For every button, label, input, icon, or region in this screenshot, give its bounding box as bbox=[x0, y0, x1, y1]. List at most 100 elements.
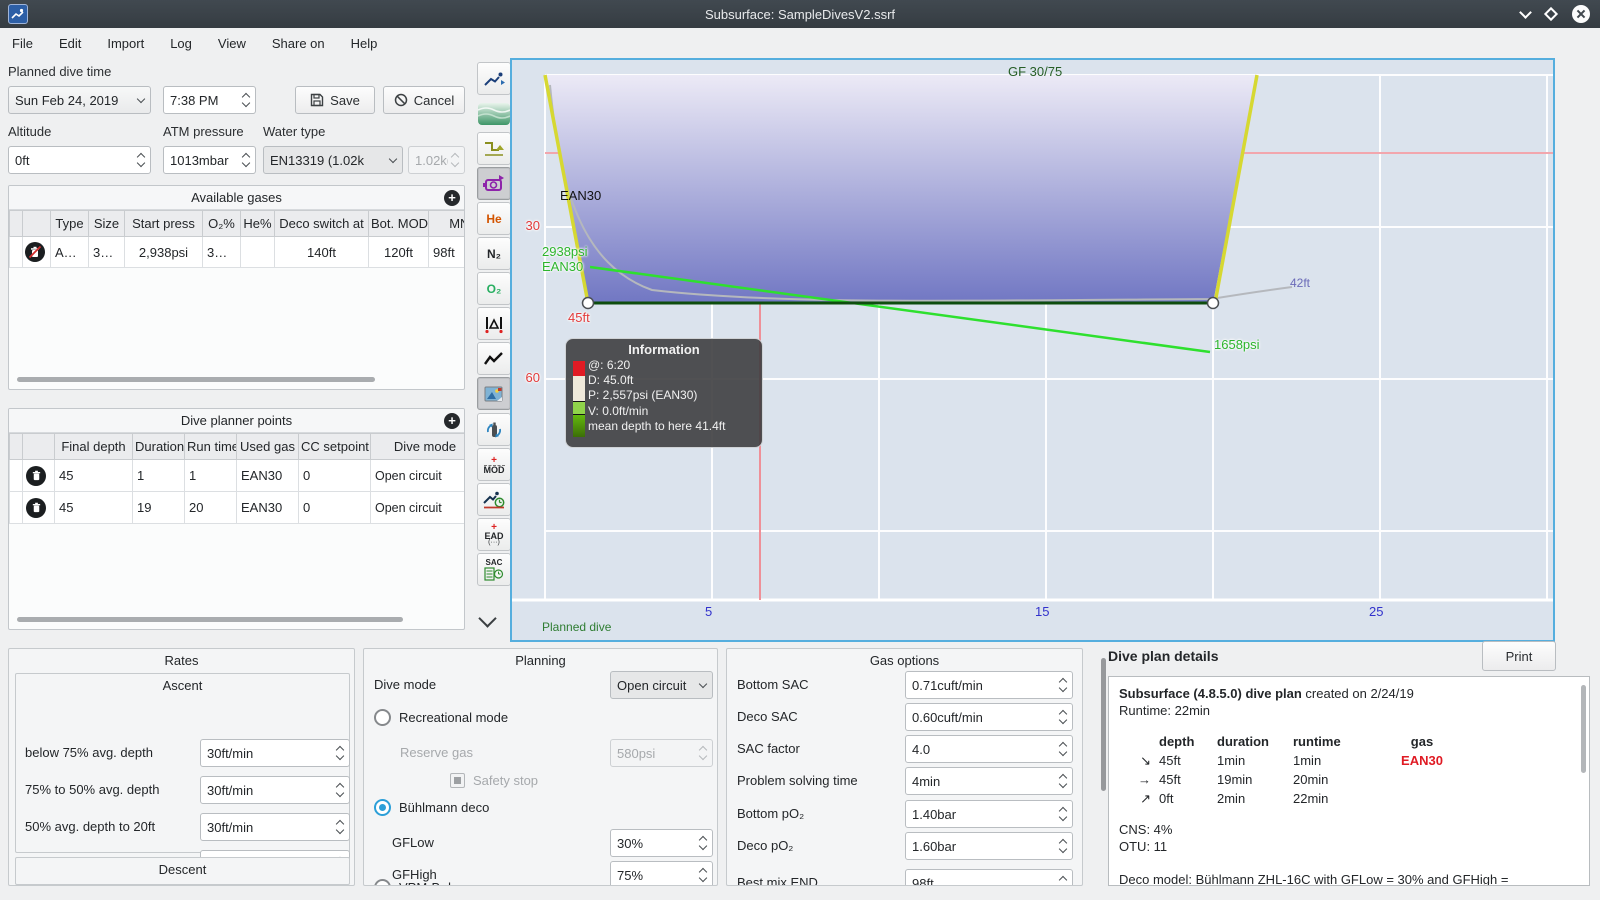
water-type-select[interactable]: EN13319 (1.02k bbox=[263, 146, 403, 174]
planned-dive-time-label: Planned dive time bbox=[8, 64, 112, 79]
col-run-time[interactable]: Run time bbox=[184, 433, 237, 460]
col-size[interactable]: Size bbox=[88, 210, 125, 237]
add-point-button[interactable]: + bbox=[444, 413, 460, 429]
gf-label: GF 30/75 bbox=[1008, 64, 1063, 79]
ead-icon[interactable]: + EAD (···) bbox=[477, 518, 511, 551]
add-gas-button[interactable]: + bbox=[444, 190, 460, 206]
time-tick-15: 15 bbox=[1035, 604, 1050, 619]
menu-help[interactable]: Help bbox=[351, 36, 378, 51]
deco-sac-spinner[interactable]: 0.60cuft/min bbox=[905, 703, 1073, 731]
problem-solving-time-spinner[interactable]: 4min bbox=[905, 767, 1073, 795]
sac-factor-spinner[interactable]: 4.0 bbox=[905, 735, 1073, 763]
maximize-icon[interactable] bbox=[1543, 6, 1559, 22]
minimize-icon[interactable] bbox=[1519, 5, 1532, 19]
deco-po2-spinner[interactable]: 1.60bar bbox=[905, 832, 1073, 860]
n2-partial-pressure-icon[interactable]: N₂ bbox=[477, 237, 511, 270]
cancel-button[interactable]: Cancel bbox=[383, 86, 465, 114]
water-type-label: Water type bbox=[263, 124, 326, 139]
dive-mode-icon[interactable] bbox=[477, 62, 511, 95]
menu-file[interactable]: File bbox=[12, 36, 33, 51]
col-duration[interactable]: Duration bbox=[132, 433, 185, 460]
mod-icon[interactable]: + MOD bbox=[477, 448, 511, 481]
recreational-mode-option[interactable]: Recreational mode bbox=[374, 709, 508, 726]
close-icon[interactable] bbox=[1572, 5, 1590, 23]
altitude-spinner[interactable]: 0ft bbox=[8, 146, 151, 174]
setpoint-icon[interactable] bbox=[477, 167, 511, 200]
col-cc-setpoint[interactable]: CC setpoint bbox=[298, 433, 371, 460]
print-button[interactable]: Print bbox=[1482, 641, 1556, 671]
delete-point-icon[interactable] bbox=[26, 497, 46, 518]
deco-po2-label: Deco pO₂ bbox=[737, 838, 794, 853]
delete-gas-icon-disabled[interactable] bbox=[25, 242, 45, 262]
radio-icon[interactable] bbox=[374, 879, 391, 885]
col-mnd[interactable]: MND bbox=[428, 210, 464, 237]
dive-profile-chart[interactable]: GF 30/75 EAN30 2938psi EAN30 45ft 1658ps… bbox=[510, 58, 1555, 642]
reserve-gas-label: Reserve gas bbox=[400, 745, 473, 760]
photos-icon[interactable] bbox=[477, 377, 511, 410]
ruler-icon[interactable] bbox=[477, 307, 511, 340]
menu-share-on[interactable]: Share on bbox=[272, 36, 325, 51]
heartrate-icon[interactable] bbox=[477, 342, 511, 375]
atm-pressure-spinner[interactable]: 1013mbar bbox=[163, 146, 256, 174]
spin-down-icon[interactable] bbox=[241, 98, 251, 108]
dive-mode-select[interactable]: Open circuit bbox=[610, 671, 713, 699]
col-used-gas[interactable]: Used gas bbox=[236, 433, 299, 460]
menu-view[interactable]: View bbox=[218, 36, 246, 51]
details-scrollbar[interactable] bbox=[1581, 685, 1586, 773]
salinity-spinner-disabled: 1.02k( bbox=[408, 146, 465, 174]
segment-arrow-icon: ↗ bbox=[1140, 791, 1151, 806]
col-start-press[interactable]: Start press bbox=[124, 210, 203, 237]
delete-point-icon[interactable] bbox=[26, 465, 46, 486]
bottom-sac-spinner[interactable]: 0.71cuft/min bbox=[905, 671, 1073, 699]
points-horizontal-scrollbar[interactable] bbox=[17, 617, 403, 622]
radio-selected-icon[interactable] bbox=[374, 799, 391, 816]
dive-time-spinner[interactable]: 7:38 PM bbox=[163, 86, 256, 114]
tooltip-mean-depth: mean depth to here 41.4ft bbox=[588, 418, 726, 433]
menu-log[interactable]: Log bbox=[170, 36, 192, 51]
gfhigh-spinner[interactable]: 75% bbox=[610, 861, 713, 885]
salinity-waves-icon[interactable] bbox=[477, 97, 511, 130]
gases-horizontal-scrollbar[interactable] bbox=[17, 377, 375, 382]
dc-reported-ceiling-icon[interactable] bbox=[477, 483, 511, 516]
atm-pressure-label: ATM pressure bbox=[163, 124, 244, 139]
col-bot-mod[interactable]: Bot. MOD bbox=[368, 210, 429, 237]
o2-partial-pressure-icon[interactable]: O₂ bbox=[477, 272, 511, 305]
ascent-title: Ascent bbox=[162, 678, 203, 693]
tooltip-color-bar bbox=[573, 361, 585, 437]
bottom-panel-scrollbar[interactable] bbox=[1101, 658, 1106, 791]
col-deco-switch[interactable]: Deco switch at bbox=[274, 210, 369, 237]
best-mix-end-spinner[interactable]: 98ft bbox=[905, 869, 1073, 885]
waypoint-handle bbox=[581, 296, 595, 310]
dive-plan-details-box[interactable]: Subsurface (4.8.5.0) dive plan created o… bbox=[1108, 676, 1590, 886]
plan-col-depth: depth bbox=[1159, 734, 1195, 749]
plan-runtime: Runtime: 22min bbox=[1119, 703, 1211, 718]
gas-change-icon[interactable] bbox=[477, 413, 511, 446]
gas-options-title: Gas options bbox=[869, 653, 940, 668]
planner-point-row: 45 19 20 EAN30 0 Open circuit bbox=[9, 491, 464, 524]
col-type[interactable]: Type bbox=[50, 210, 89, 237]
toolbar-scroll-down-icon[interactable] bbox=[478, 609, 497, 628]
menu-import[interactable]: Import bbox=[107, 36, 144, 51]
ceiling-icon[interactable] bbox=[477, 132, 511, 165]
ascent-rate-75-spinner[interactable]: 30ft/min bbox=[200, 739, 350, 767]
vpmb-deco-option[interactable]: VPM-B deco bbox=[374, 879, 472, 885]
radio-icon[interactable] bbox=[374, 709, 391, 726]
he-partial-pressure-icon[interactable]: He bbox=[477, 202, 511, 235]
save-button[interactable]: Save bbox=[295, 86, 375, 114]
col-dive-mode[interactable]: Dive mode bbox=[370, 433, 464, 460]
col-o2[interactable]: O₂% bbox=[202, 210, 241, 237]
safety-stop-option: Safety stop bbox=[450, 773, 538, 788]
bottom-depth-label: 45ft bbox=[568, 310, 590, 325]
col-he[interactable]: He% bbox=[240, 210, 275, 237]
ascent-rate-50-spinner[interactable]: 30ft/min bbox=[200, 776, 350, 804]
waypoint-handle bbox=[1206, 296, 1220, 310]
menu-edit[interactable]: Edit bbox=[59, 36, 81, 51]
col-final-depth[interactable]: Final depth bbox=[54, 433, 133, 460]
gflow-spinner[interactable]: 30% bbox=[610, 829, 713, 857]
bottom-po2-spinner[interactable]: 1.40bar bbox=[905, 800, 1073, 828]
ascent-rate-20ft-spinner[interactable]: 30ft/min bbox=[200, 813, 350, 841]
dive-date-select[interactable]: Sun Feb 24, 2019 bbox=[8, 86, 151, 114]
planning-panel: Planning Dive mode Open circuit Recreati… bbox=[363, 648, 718, 886]
sac-icon[interactable]: SAC bbox=[477, 553, 511, 586]
buhlmann-deco-option[interactable]: Bühlmann deco bbox=[374, 799, 489, 816]
